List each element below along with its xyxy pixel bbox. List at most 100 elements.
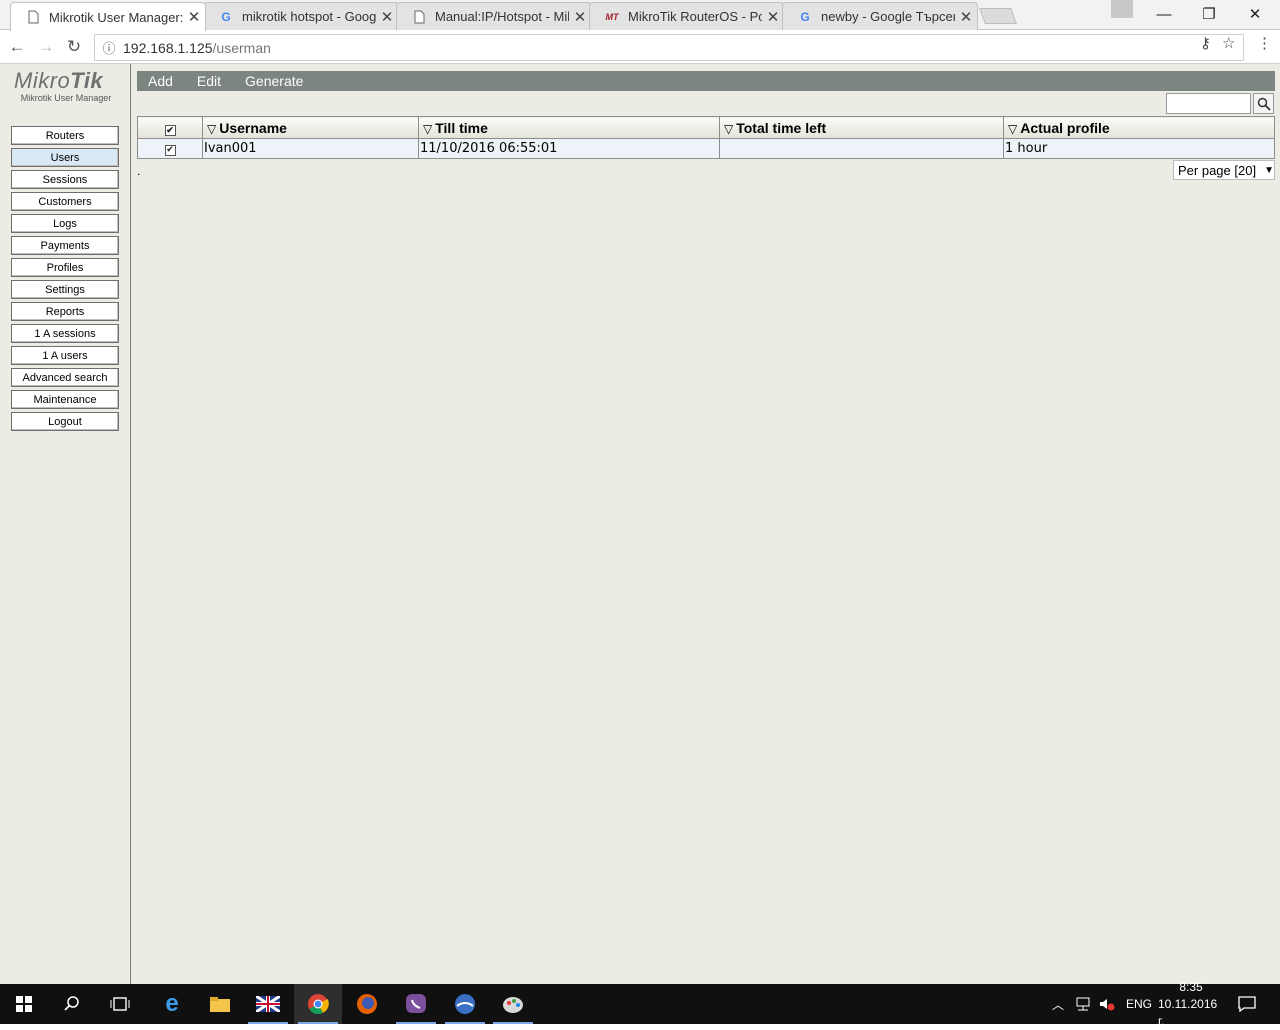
- column-header-actual-profile[interactable]: ▽ Actual profile: [1003, 116, 1275, 139]
- tab-title: newby - Google Търсене: [821, 9, 955, 24]
- language-flag-icon[interactable]: [244, 984, 292, 1024]
- tab-manual-hotspot[interactable]: Manual:IP/Hotspot - Mik ✕: [396, 2, 592, 30]
- chrome-icon[interactable]: [294, 984, 342, 1024]
- menu-icon[interactable]: ⋮: [1257, 34, 1272, 52]
- table-header-row: ✔ ▽ Username ▽ Till time ▽ Total time left …: [137, 116, 1275, 139]
- table-row[interactable]: ✔ Ivan001 11/10/2016 06:55:01 1 hour: [137, 138, 1275, 159]
- reload-icon[interactable]: ↻: [63, 36, 85, 58]
- column-header-till-time[interactable]: ▽ Till time: [418, 116, 720, 139]
- new-tab-button[interactable]: [979, 8, 1017, 24]
- tab-title: Manual:IP/Hotspot - Mik: [435, 9, 569, 24]
- column-header-total-time-left[interactable]: ▽ Total time left: [719, 116, 1004, 139]
- sidebar-item-maintenance[interactable]: Maintenance: [11, 390, 119, 409]
- edge-icon[interactable]: e: [148, 984, 196, 1024]
- mikrotik-icon: MT: [605, 11, 619, 22]
- column-label: Till time: [435, 119, 488, 136]
- clock-time: 8:35: [1179, 979, 1203, 994]
- back-icon[interactable]: ←: [6, 36, 28, 58]
- windows-start-icon[interactable]: [0, 984, 48, 1024]
- viber-icon[interactable]: [392, 984, 440, 1024]
- tab-google-mikrotik-hotspot[interactable]: G mikrotik hotspot - Googl ✕: [203, 2, 399, 30]
- row-select-cell: ✔: [137, 138, 203, 159]
- close-tab-icon[interactable]: ✕: [569, 8, 591, 26]
- info-icon[interactable]: ⓘ: [95, 38, 123, 57]
- search-button[interactable]: [1253, 93, 1274, 114]
- search-input[interactable]: [1166, 93, 1251, 114]
- input-language[interactable]: ENG: [1126, 984, 1152, 1024]
- page-icon: [411, 9, 427, 25]
- close-tab-icon[interactable]: ✕: [376, 8, 398, 26]
- sidebar-item-active-users[interactable]: 1 A users: [11, 346, 119, 365]
- sidebar-item-logs[interactable]: Logs: [11, 214, 119, 233]
- pager-dot: .: [137, 164, 141, 178]
- close-tab-icon[interactable]: ✕: [762, 8, 784, 26]
- column-label: Actual profile: [1020, 119, 1110, 136]
- mikrotik-logo: MikroTik Mikrotik User Manager: [14, 68, 118, 104]
- network-icon[interactable]: [1075, 984, 1091, 1024]
- forward-icon[interactable]: →: [35, 36, 57, 58]
- tab-mikrotik-user-manager[interactable]: Mikrotik User Manager: U ✕: [10, 2, 206, 31]
- sidebar: MikroTik Mikrotik User Manager Routers U…: [0, 64, 131, 984]
- action-bar: Add Edit Generate: [137, 71, 1275, 91]
- dropdown-arrow-icon: ▼: [1264, 164, 1274, 176]
- clock[interactable]: 8:35 10.11.2016 г.: [1158, 980, 1224, 1028]
- close-window-icon[interactable]: ✕: [1232, 0, 1278, 28]
- action-center-icon[interactable]: [1238, 984, 1256, 1024]
- sidebar-item-settings[interactable]: Settings: [11, 280, 119, 299]
- close-tab-icon[interactable]: ✕: [183, 8, 205, 26]
- sidebar-item-sessions[interactable]: Sessions: [11, 170, 119, 189]
- google-icon: G: [800, 9, 810, 24]
- column-header-username[interactable]: ▽ Username: [202, 116, 419, 139]
- close-tab-icon[interactable]: ✕: [955, 8, 977, 26]
- sidebar-item-active-sessions[interactable]: 1 A sessions: [11, 324, 119, 343]
- firefox-icon[interactable]: [343, 984, 391, 1024]
- username-cell[interactable]: Ivan001: [202, 138, 419, 159]
- row-checkbox[interactable]: ✔: [164, 145, 176, 156]
- sort-icon: ▽: [724, 121, 734, 136]
- file-explorer-icon[interactable]: [196, 984, 244, 1024]
- logo-brand-light: Mikro: [14, 68, 71, 93]
- tab-mikrotik-routeros[interactable]: MT MikroTik RouterOS - Pos ✕: [589, 2, 785, 30]
- page-icon: [25, 9, 41, 25]
- add-button[interactable]: Add: [148, 73, 173, 89]
- sidebar-item-customers[interactable]: Customers: [11, 192, 119, 211]
- total-time-left-cell: [719, 138, 1004, 159]
- url-path: /userman: [212, 39, 271, 56]
- restore-icon[interactable]: ❐: [1186, 0, 1232, 28]
- tray-chevron-icon[interactable]: ︿: [1052, 984, 1064, 1024]
- sort-icon: ▽: [207, 121, 217, 136]
- search-icon: [1257, 97, 1271, 111]
- till-time-cell: 11/10/2016 06:55:01: [418, 138, 720, 159]
- volume-muted-icon[interactable]: [1099, 984, 1115, 1024]
- address-bar[interactable]: ⓘ 192.168.1.125/userman: [94, 34, 1244, 61]
- per-page-select[interactable]: Per page [20] ▼: [1173, 160, 1275, 180]
- sidebar-item-users[interactable]: Users: [11, 148, 119, 167]
- logo-subtitle: Mikrotik User Manager: [20, 93, 112, 103]
- column-label: Username: [219, 119, 287, 136]
- key-icon[interactable]: ⚷: [1200, 34, 1211, 52]
- select-all-checkbox[interactable]: ✔: [164, 124, 176, 136]
- sidebar-item-reports[interactable]: Reports: [11, 302, 119, 321]
- tab-google-newby[interactable]: G newby - Google Търсене ✕: [782, 2, 978, 30]
- per-page-label: Per page [20]: [1178, 162, 1257, 178]
- tab-title: MikroTik RouterOS - Pos: [628, 9, 762, 24]
- edit-button[interactable]: Edit: [197, 73, 221, 89]
- search-icon[interactable]: [48, 984, 96, 1024]
- paint-icon[interactable]: [489, 984, 537, 1024]
- sidebar-item-logout[interactable]: Logout: [11, 412, 119, 431]
- sidebar-item-routers[interactable]: Routers: [11, 126, 119, 145]
- sidebar-item-profiles[interactable]: Profiles: [11, 258, 119, 277]
- minimize-icon[interactable]: —: [1141, 0, 1187, 28]
- sidebar-item-advanced-search[interactable]: Advanced search: [11, 368, 119, 387]
- url-host: 192.168.1.125: [123, 39, 213, 56]
- browser-toolbar: ← → ↻ ⓘ 192.168.1.125/userman ⚷ ☆ ⋮: [0, 30, 1280, 64]
- bookmark-star-icon[interactable]: ☆: [1222, 34, 1235, 52]
- task-view-icon[interactable]: [96, 984, 144, 1024]
- google-icon: G: [221, 9, 231, 24]
- network-app-icon[interactable]: [441, 984, 489, 1024]
- sort-icon: ▽: [423, 121, 433, 136]
- sidebar-item-payments[interactable]: Payments: [11, 236, 119, 255]
- browser-tab-strip: Mikrotik User Manager: U ✕ G mikrotik ho…: [0, 0, 1280, 31]
- profile-icon[interactable]: [1111, 0, 1133, 18]
- generate-button[interactable]: Generate: [245, 73, 303, 89]
